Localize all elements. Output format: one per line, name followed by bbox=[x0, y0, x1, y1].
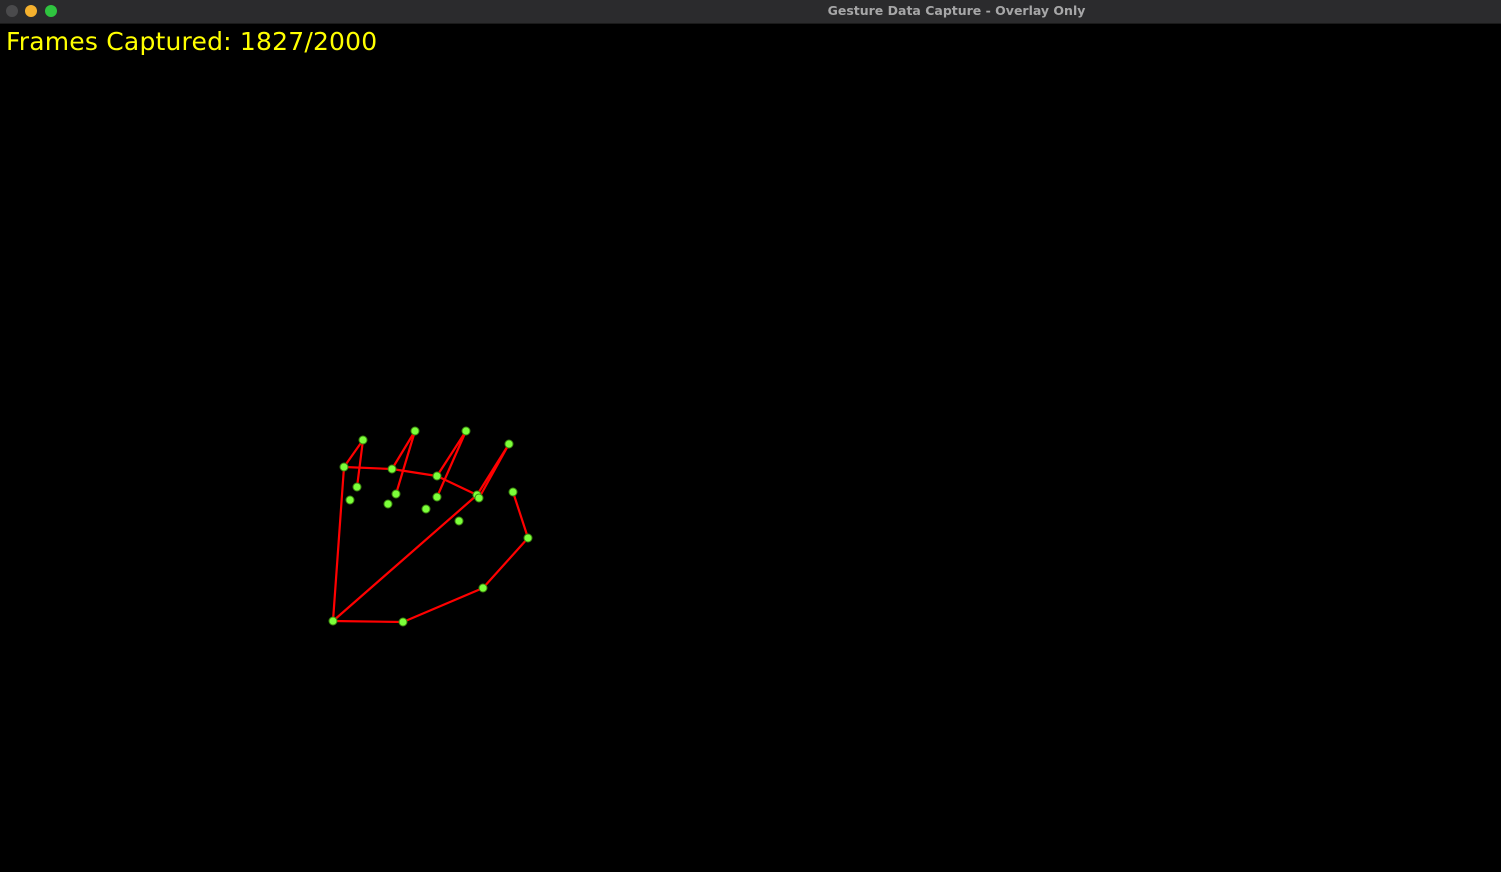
skeleton-line bbox=[331, 619, 405, 624]
skeleton-line bbox=[390, 429, 417, 471]
skeleton-line bbox=[331, 493, 479, 623]
landmark-point bbox=[432, 471, 442, 481]
skeleton-line bbox=[477, 442, 511, 500]
skeleton-line bbox=[331, 465, 346, 623]
landmark-point bbox=[478, 583, 488, 593]
landmark-point bbox=[398, 617, 408, 627]
landmark-point bbox=[345, 495, 355, 505]
landmark-point bbox=[391, 489, 401, 499]
landmark-point bbox=[410, 426, 420, 436]
skeleton-line bbox=[394, 429, 417, 496]
landmark-point bbox=[508, 487, 518, 497]
landmark-point bbox=[421, 504, 431, 514]
skeleton-line bbox=[511, 490, 530, 540]
landmark-point bbox=[474, 493, 484, 503]
landmark-point bbox=[504, 439, 514, 449]
skeleton-line bbox=[401, 586, 485, 624]
hand-skeleton-lines bbox=[331, 429, 530, 624]
landmark-point bbox=[523, 533, 533, 543]
landmark-point bbox=[339, 462, 349, 472]
landmark-point bbox=[328, 616, 338, 626]
landmark-point bbox=[383, 499, 393, 509]
frames-captured-label: Frames Captured: 1827/2000 bbox=[6, 27, 378, 56]
landmark-point bbox=[387, 464, 397, 474]
landmark-point bbox=[454, 516, 464, 526]
app-window: Gesture Data Capture - Overlay Only Fram… bbox=[0, 0, 1501, 872]
landmark-point bbox=[358, 435, 368, 445]
skeleton-line bbox=[390, 467, 439, 478]
skeleton-line bbox=[342, 465, 394, 471]
landmark-point bbox=[432, 492, 442, 502]
landmark-point bbox=[352, 482, 362, 492]
skeleton-line bbox=[481, 536, 530, 590]
landmark-point bbox=[461, 426, 471, 436]
hand-landmark-overlay bbox=[328, 426, 533, 627]
skeleton-line bbox=[435, 429, 468, 478]
